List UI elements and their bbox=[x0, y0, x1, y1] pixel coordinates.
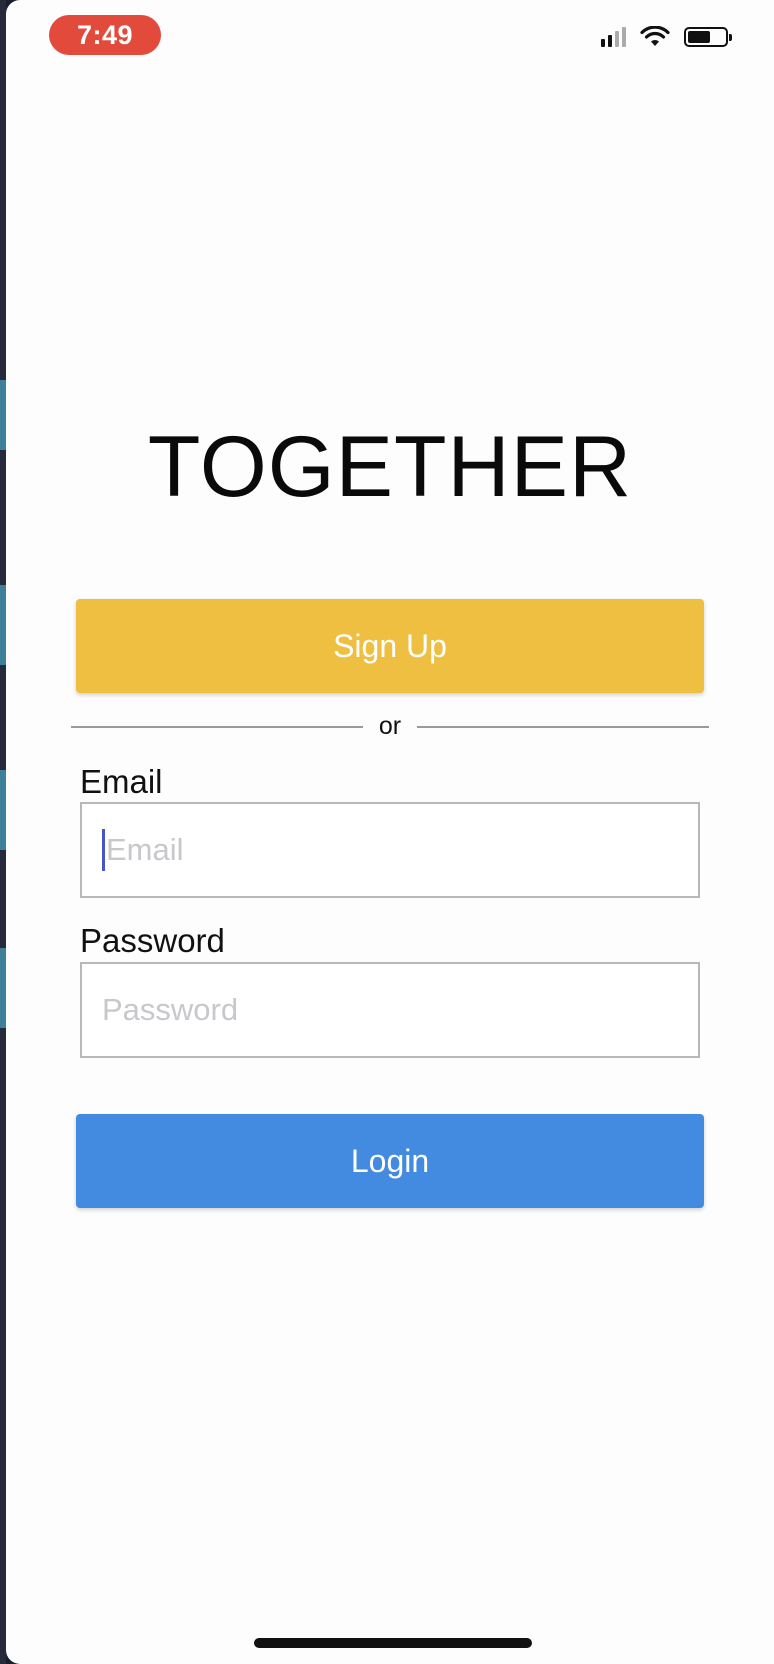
or-divider: or bbox=[71, 712, 710, 741]
email-label: Email bbox=[80, 763, 163, 800]
screen: 7:49 TOGETHER Sign Up or Email Email Pas… bbox=[0, 0, 774, 1664]
divider-line-right bbox=[417, 725, 710, 728]
divider-line-left bbox=[71, 725, 363, 728]
text-cursor bbox=[102, 829, 105, 871]
status-time[interactable]: 7:49 bbox=[49, 15, 161, 55]
divider-text: or bbox=[378, 712, 402, 740]
app-title: TOGETHER bbox=[147, 419, 633, 515]
password-placeholder: Password bbox=[102, 992, 239, 1027]
email-placeholder: Email bbox=[106, 832, 184, 867]
home-indicator[interactable] bbox=[254, 1638, 532, 1648]
battery-icon bbox=[684, 27, 732, 47]
phone-screen: 7:49 TOGETHER Sign Up or Email Email Pas… bbox=[6, 0, 774, 1664]
status-icons bbox=[601, 26, 732, 48]
cellular-signal-icon bbox=[601, 27, 626, 47]
wifi-icon bbox=[640, 26, 670, 46]
password-field[interactable]: Password bbox=[80, 962, 700, 1058]
email-field[interactable]: Email bbox=[80, 802, 700, 898]
login-button[interactable]: Login bbox=[76, 1114, 704, 1208]
password-label: Password bbox=[80, 922, 225, 959]
sign-up-button[interactable]: Sign Up bbox=[76, 599, 704, 693]
